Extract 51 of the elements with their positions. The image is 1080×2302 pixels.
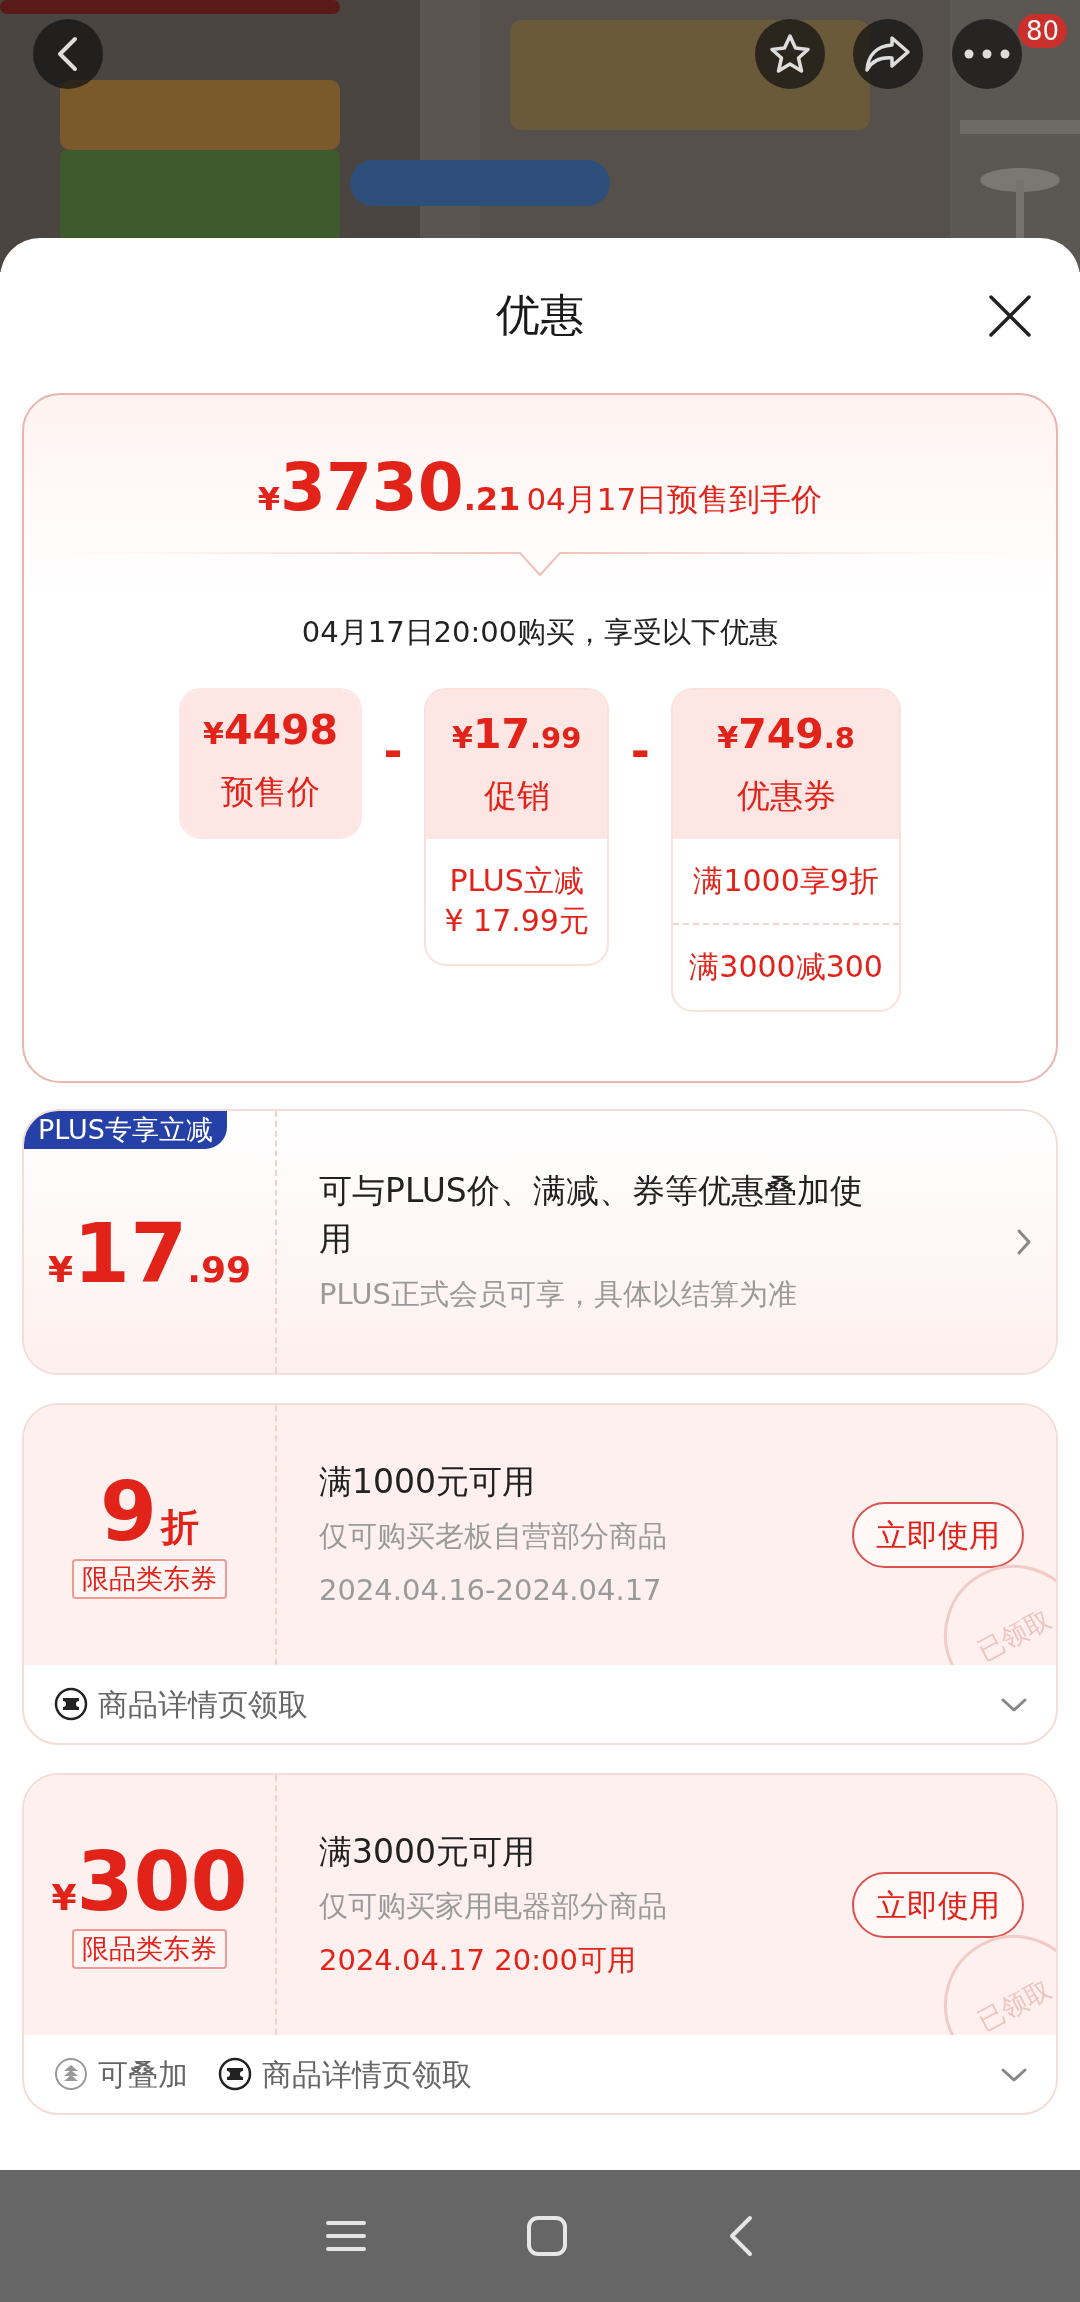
use-now-button[interactable]: 立即使用 [852,1501,1024,1569]
back-icon [728,2215,754,2257]
breakdown-label: 优惠券 [735,775,837,818]
coupon-condition: 满1000元可用 [319,1460,536,1503]
plus-tag: PLUS专享立减 [24,1111,227,1149]
breakdown-label: 促销 [482,775,551,818]
layers-icon [54,2057,88,2091]
close-icon [988,294,1032,338]
price-label: 04月17日预售到手价 [526,480,823,519]
coupon-scope: 仅可购买老板自营部分商品 [319,1518,668,1556]
chevron-right-icon [1016,1228,1032,1256]
coupon-type-tag: 限品类东券 [72,1929,227,1969]
coupon-validity: 2024.04.17 20:00可用 [319,1941,637,1979]
back-nav-button[interactable] [728,2215,754,2257]
sheet-title: 优惠 [496,289,584,342]
purchase-note: 04月17日20:00购买，享受以下优惠 [300,613,780,651]
offer-title: 可与PLUS价、满减、券等优惠叠加使用 [319,1170,864,1261]
ticket-icon [218,2057,252,2091]
recent-apps-button[interactable] [326,2219,366,2253]
menu-icon [326,2219,366,2253]
breakdown-label: 预售价 [220,771,322,814]
coupon-type-tag: 限品类东券 [72,1559,227,1599]
share-icon [864,35,912,73]
chevron-down-icon [1000,1696,1028,1713]
coupon-value: 9 折 [99,1471,200,1553]
details-chevron[interactable] [1016,1228,1032,1256]
use-now-button[interactable]: 立即使用 [852,1871,1024,1939]
breakdown-amount: ¥4498 [203,708,339,754]
claim-tag: 商品详情页领取 [262,2051,472,2097]
discount-amount: ¥17.99 [48,1213,251,1295]
breakdown-amount: ¥749.8 [716,712,856,758]
breakdown-amount: ¥17.99 [452,712,582,758]
breakdown-detail: 满3000减300 [673,923,899,1010]
coupon-validity: 2024.04.16-2024.04.17 [319,1571,663,1609]
minus-sign: - [629,728,651,774]
coupon-value: ¥300 [51,1841,248,1923]
minus-sign: - [382,728,404,774]
claim-tag: 可叠加 [98,2051,188,2097]
square-icon [526,2215,568,2257]
claim-tag: 商品详情页领取 [98,1681,308,1727]
star-icon [768,33,812,75]
coupon-scope: 仅可购买家用电器部分商品 [319,1888,668,1926]
chevron-down-icon [1000,2066,1028,2083]
offer-note: PLUS正式会员可享，具体以结算为准 [319,1276,798,1314]
home-button[interactable] [526,2215,568,2257]
breakdown-detail: PLUS立减 ¥ 17.99元 [443,861,590,941]
more-icon [964,49,1010,59]
breakdown-detail: 满1000享9折 [692,861,880,900]
final-price: ¥3730.21 [257,455,521,521]
ticket-icon [54,1687,88,1721]
coupon-condition: 满3000元可用 [319,1830,536,1873]
